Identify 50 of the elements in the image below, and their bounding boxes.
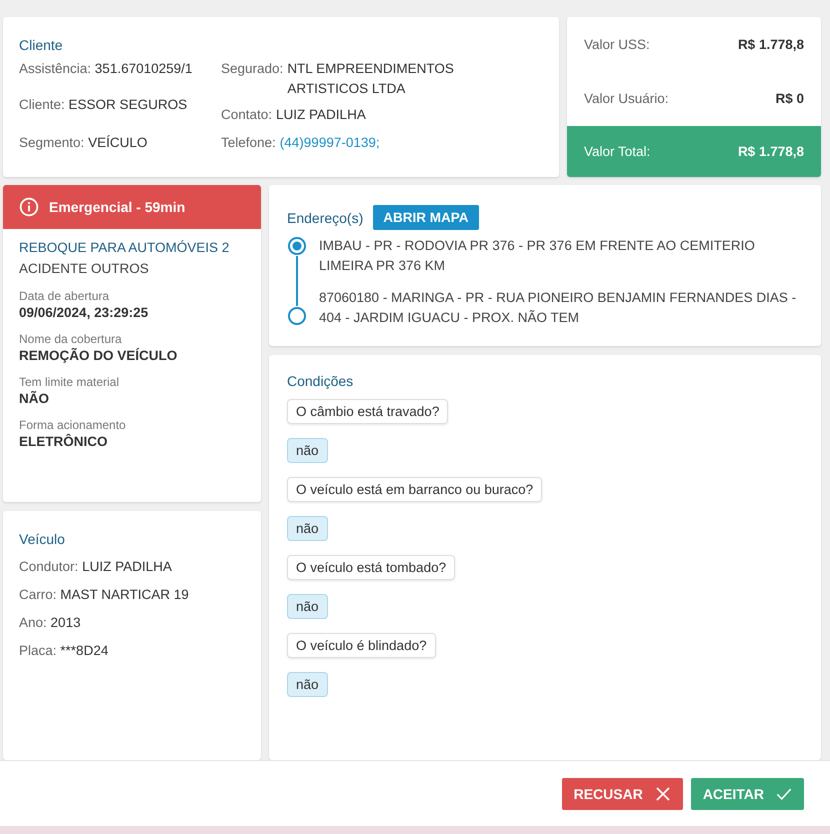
phone-link[interactable]: (44)99997-0139; (280, 133, 380, 153)
section-title: Endereço(s) (287, 210, 364, 226)
check-icon (776, 786, 792, 802)
detail-label: Nome da cobertura (19, 332, 123, 346)
detail-label: Forma acionamento (19, 418, 127, 432)
close-icon (654, 786, 671, 802)
field-label: Telefone: (221, 134, 276, 152)
address-text: 87060180 - MARINGA - PR - RUA PIONEIRO BENJAMIN FERNANDES DIAS - 404 - JARDIM IGUACU - PROX. NÃO TEM (319, 289, 798, 327)
value-amount: R$ 1.778,8 (738, 144, 804, 160)
detail-value: ELETRÔNICO (19, 432, 109, 451)
open-map-button[interactable]: ABRIR MAPA (373, 205, 479, 230)
answer-bubble: não (287, 438, 328, 463)
answer-bubble: não (287, 594, 328, 619)
detail-value: NÃO (19, 390, 50, 408)
service-subtitle: ACIDENTE OUTROS (19, 260, 150, 278)
value-label: Valor USS: (584, 36, 650, 52)
vehicle-field: Condutor: LUIZ PADILHA (19, 553, 245, 581)
client-field: Assistência: 351.67010259/1 (19, 59, 211, 95)
client-field: Segmento: VEÍCULO (19, 133, 211, 153)
field-value: NTL EMPREENDIMENTOS ARTISTICOS LTDA (287, 60, 455, 98)
answer-bubble: não (287, 516, 328, 541)
vehicle-field: Placa: ***8D24 (19, 637, 245, 665)
address-text: IMBAU - PR - RODOVIA PR 376 - PR 376 EM FRENTE AO CEMITERIO LIMEIRA PR 376 KM (319, 237, 756, 275)
detail-value: 09/06/2024, 23:29:25 (19, 304, 150, 322)
answer-bubble: não (287, 672, 328, 697)
field-value: LUIZ PADILHA (276, 106, 367, 124)
detail-label: Tem limite material (19, 375, 120, 389)
emergency-text: Emergencial - 59min (49, 199, 186, 215)
section-title: Veículo (19, 531, 66, 547)
question-bubble: O veículo está tombado? (287, 555, 456, 580)
info-icon (19, 197, 39, 217)
question-bubble: O veículo está em barranco ou buraco? (287, 477, 542, 502)
vehicle-field: Ano: 2013 (19, 609, 245, 637)
section-title: Cliente (19, 37, 64, 53)
field-label: Segurado: (221, 60, 284, 78)
detail-label: Data de abertura (19, 289, 110, 303)
value-label: Valor Usuário: (584, 91, 669, 106)
detail-value: REMOÇÃO DO VEÍCULO (19, 347, 178, 365)
question-bubble: O câmbio está travado? (287, 399, 448, 424)
value-label: Valor Total: (584, 144, 650, 160)
client-field: Cliente: ESSOR SEGUROS (19, 95, 211, 133)
question-bubble: O veículo é blindado? (287, 633, 436, 658)
section-title: Condições (287, 373, 354, 389)
service-title: REBOQUE PARA AUTOMÓVEIS 2 (19, 239, 230, 257)
accept-button[interactable]: ACEITAR (690, 778, 804, 810)
value-amount: R$ 0 (775, 91, 804, 106)
field-label: Contato: (221, 106, 272, 124)
reject-button[interactable]: RECUSAR (562, 778, 683, 810)
value-amount: R$ 1.778,8 (738, 36, 804, 52)
vehicle-field: Carro: MAST NARTICAR 19 (19, 581, 245, 609)
